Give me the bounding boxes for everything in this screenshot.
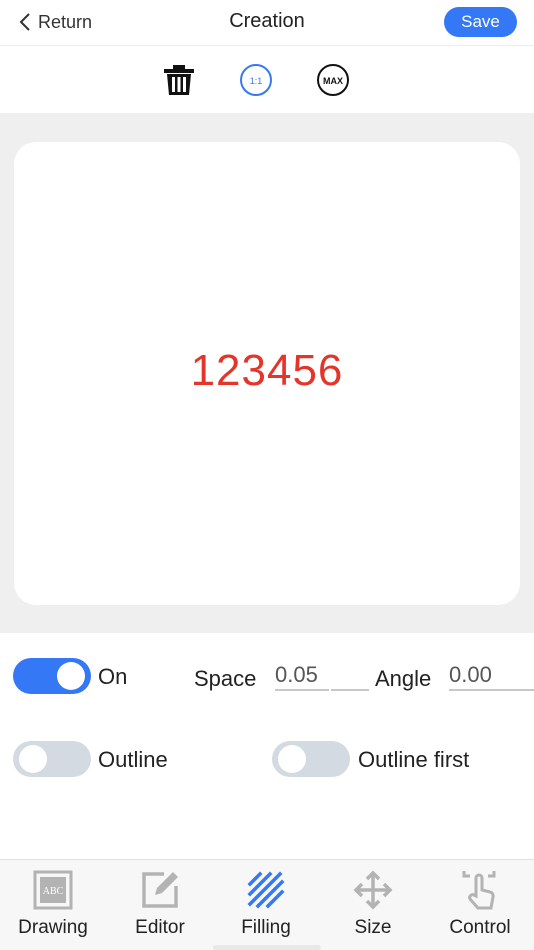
design-canvas[interactable]: 123456 <box>14 142 520 605</box>
tab-filling[interactable]: Filling <box>213 860 319 950</box>
space-label: Space <box>194 666 257 691</box>
field-underline <box>331 689 369 691</box>
tab-label: Editor <box>135 917 185 938</box>
canvas-area: 123456 <box>0 113 534 633</box>
home-indicator <box>213 945 321 950</box>
hand-touch-icon <box>462 871 496 910</box>
tab-size[interactable]: Size <box>320 860 426 950</box>
chevron-left-icon <box>19 13 30 31</box>
max-size-button[interactable]: MAX <box>316 63 350 97</box>
return-label: Return <box>38 11 93 32</box>
abc-icon: ABC <box>33 870 73 910</box>
max-icon: MAX <box>317 64 349 96</box>
tab-editor[interactable]: Editor <box>107 860 213 950</box>
ratio-1-1-button[interactable]: 1:1 <box>239 63 273 97</box>
tab-label: Size <box>354 917 392 938</box>
ratio-1-1-icon: 1:1 <box>240 64 272 96</box>
tab-label: Control <box>449 917 511 938</box>
toggle-knob <box>57 662 85 690</box>
outline-first-label: Outline first <box>358 747 470 772</box>
angle-input[interactable] <box>449 661 534 691</box>
tab-control[interactable]: Control <box>427 860 533 950</box>
tab-label: Drawing <box>18 917 88 938</box>
bottom-tab-bar: ABC Drawing Editor Filling Size Control <box>0 859 534 950</box>
ratio-label: 1:1 <box>250 76 263 86</box>
max-label: MAX <box>323 76 343 86</box>
space-input[interactable] <box>275 661 329 691</box>
filling-controls: On Space Angle Outline Outline first <box>0 633 534 859</box>
move-icon <box>353 870 393 910</box>
canvas-text[interactable]: 123456 <box>14 346 520 396</box>
tab-drawing[interactable]: ABC Drawing <box>0 860 106 950</box>
tab-label: Filling <box>241 917 291 938</box>
hatch-icon <box>247 871 285 909</box>
fill-toggle-label: On <box>98 664 128 689</box>
outline-label: Outline <box>98 747 168 772</box>
svg-text:ABC: ABC <box>43 886 64 897</box>
fill-toggle[interactable] <box>13 658 91 694</box>
toggle-knob <box>278 745 306 773</box>
top-nav-bar: Return Creation Save <box>0 0 534 46</box>
edit-icon <box>142 872 178 908</box>
angle-label: Angle <box>375 666 432 691</box>
canvas-toolbar: 1:1 MAX <box>0 47 534 113</box>
delete-button[interactable] <box>162 63 196 97</box>
return-button[interactable]: Return <box>18 10 92 34</box>
toggle-knob <box>19 745 47 773</box>
save-button[interactable]: Save <box>444 7 517 37</box>
outline-toggle[interactable] <box>13 741 91 777</box>
trash-icon <box>164 65 194 95</box>
outline-first-toggle[interactable] <box>272 741 350 777</box>
